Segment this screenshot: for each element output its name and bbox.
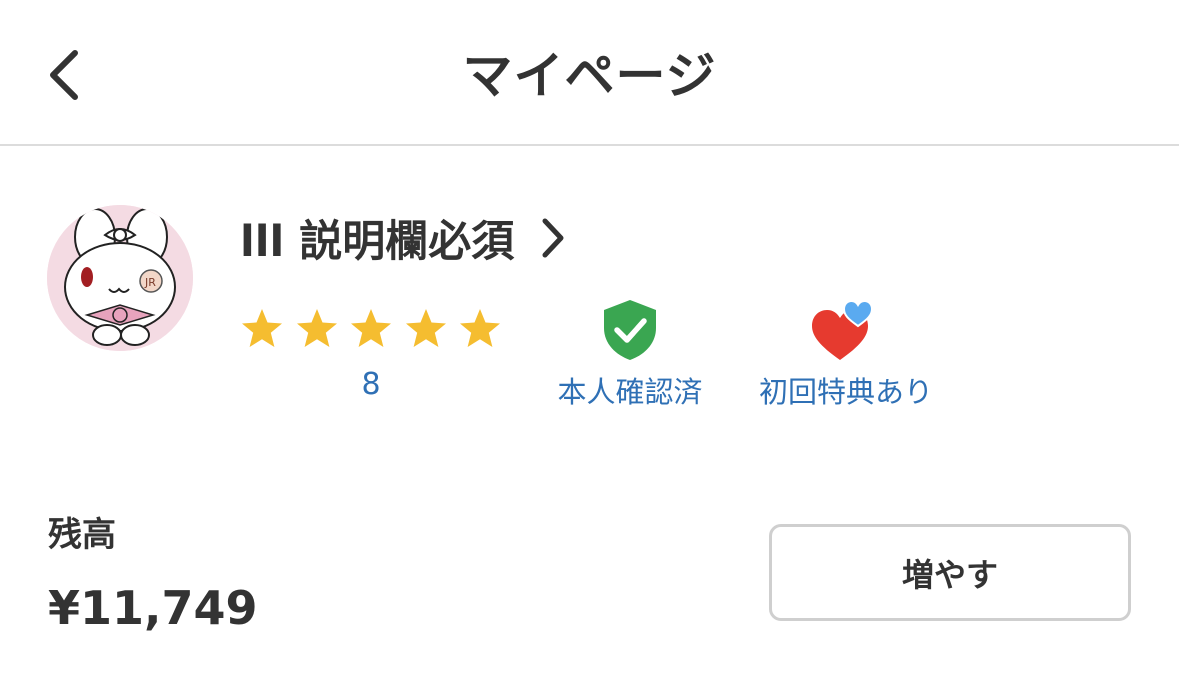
profile-section: JR lll 説明欄必須 8 本人確認済 初回特典あり — [0, 160, 1179, 440]
avatar-bunny-image: JR — [47, 205, 193, 351]
rating-block[interactable]: 8 — [240, 305, 502, 405]
star-icon — [296, 309, 337, 347]
rating-count: 8 — [361, 367, 381, 402]
balance-label: 残高 — [48, 515, 116, 555]
shield-check-icon — [604, 300, 656, 360]
star-icon — [405, 309, 446, 347]
star-icon — [242, 309, 282, 347]
first-time-bonus-badge[interactable]: 初回特典あり — [746, 290, 946, 412]
badge-label: 初回特典あり — [758, 375, 933, 409]
user-name-link[interactable]: lll 説明欄必須 — [240, 208, 566, 268]
svg-text:JR: JR — [144, 276, 156, 289]
badge-label: 本人確認済 — [557, 375, 703, 409]
chevron-right-icon — [540, 216, 566, 260]
star-icon — [351, 309, 391, 347]
hearts-icon — [812, 299, 874, 360]
avatar[interactable]: JR — [47, 205, 193, 351]
header-bar: マイページ — [0, 0, 1179, 146]
user-name: lll 説明欄必須 — [240, 217, 515, 267]
star-icon — [460, 309, 500, 347]
page-title: マイページ — [462, 47, 717, 105]
identity-verified-badge[interactable]: 本人確認済 — [548, 290, 712, 412]
balance-amount: ¥11,749 — [48, 581, 258, 635]
star-rating — [240, 305, 502, 353]
top-up-button[interactable]: 増やす — [769, 524, 1131, 621]
